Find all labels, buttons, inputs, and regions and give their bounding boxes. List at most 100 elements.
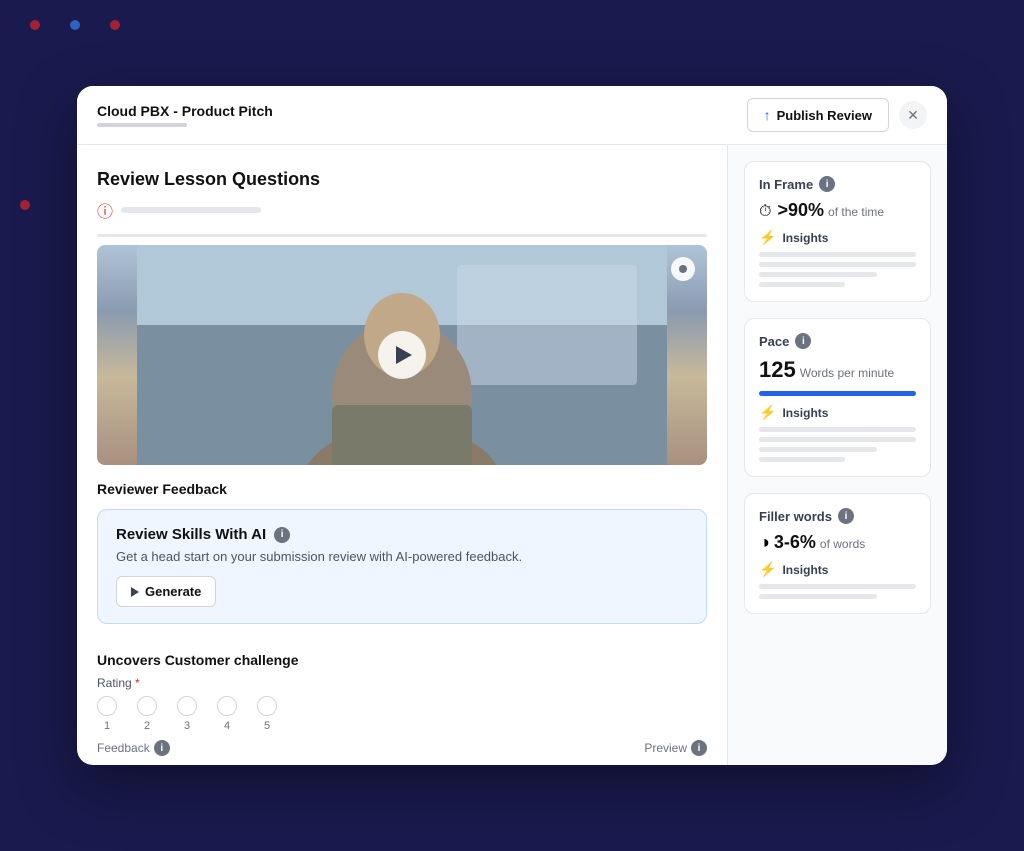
modal-body: Review Lesson Questions ⓘ [77,145,947,765]
generate-label: Generate [145,584,201,599]
pace-value-row: 125 Words per minute [759,357,916,383]
rating-circle-2[interactable] [137,696,157,716]
pace-insights-line-3 [759,447,877,452]
filler-words-suffix: of words [820,537,865,551]
generate-play-icon [131,587,139,597]
in-frame-card: In Frame i ⏱ >90% of the time ⚡ Insights [744,161,931,302]
rating-item-3[interactable]: 3 [177,696,197,732]
in-frame-value-row: ⏱ >90% of the time [759,200,916,221]
customer-title: Uncovers Customer challenge [97,652,707,668]
pace-insights-lines [759,427,916,462]
filler-words-info-icon: i [838,508,854,524]
rating-circle-3[interactable] [177,696,197,716]
rating-text: Rating [97,676,132,690]
in-frame-icon: ⏱ [759,203,771,221]
in-frame-value: >90% [777,200,824,221]
rating-num-4: 4 [224,720,230,732]
rating-num-1: 1 [104,720,110,732]
video-indicator [671,257,695,281]
feedback-text: Feedback [97,741,150,755]
pace-card: Pace i 125 Words per minute ⚡ Insights [744,318,931,477]
in-frame-insights-lines [759,252,916,287]
modal-title: Cloud PBX - Product Pitch [97,103,273,119]
publish-review-button[interactable]: ↑ Publish Review [747,98,889,132]
header-right: ↑ Publish Review ✕ [747,98,927,132]
main-content: Review Lesson Questions ⓘ [77,145,727,765]
pace-insights-label: Insights [782,406,828,420]
in-frame-info-icon: i [819,176,835,192]
in-frame-suffix: of the time [828,205,884,219]
generate-button[interactable]: Generate [116,576,216,607]
preview-text: Preview [644,741,687,755]
customer-section: Uncovers Customer challenge Rating * 1 2 [97,640,707,765]
filler-words-header: Filler words i [759,508,916,524]
insights-line-1 [759,252,916,257]
modal-header: Cloud PBX - Product Pitch ↑ Publish Revi… [77,86,947,145]
error-bar: ⓘ [97,198,707,222]
video-progress-bar [97,234,707,237]
rating-item-5[interactable]: 5 [257,696,277,732]
rating-circle-4[interactable] [217,696,237,716]
chart-icon-1: ⚡ [759,229,776,246]
pace-value: 125 [759,357,796,383]
header-left: Cloud PBX - Product Pitch [97,103,273,127]
rating-label: Rating * [97,676,707,690]
filler-insights-line-1 [759,584,916,589]
progress-bar [97,123,187,127]
preview-info-icon: i [691,740,707,756]
pace-insights-line-4 [759,457,845,462]
in-frame-insights-row: ⚡ Insights [759,229,916,246]
insights-line-2 [759,262,916,267]
pace-bar [759,391,916,396]
video-dot-inner [679,265,687,273]
rating-item-4[interactable]: 4 [217,696,237,732]
close-icon: ✕ [907,107,919,124]
rating-num-5: 5 [264,720,270,732]
filler-words-card: Filler words i ◑ 3-6% of words ⚡ Insight… [744,493,931,614]
ai-review-header: Review Skills With AI i [116,526,688,543]
pace-suffix: Words per minute [800,366,894,380]
rating-item-1[interactable]: 1 [97,696,117,732]
feedback-label: Feedback i [97,740,170,756]
play-button[interactable] [378,331,426,379]
rating-num-2: 2 [144,720,150,732]
pace-insights-line-2 [759,437,916,442]
filler-words-value-row: ◑ 3-6% of words [759,532,916,553]
video-container[interactable] [97,245,707,465]
insights-line-4 [759,282,845,287]
pace-bar-container [759,391,916,396]
right-panel: In Frame i ⏱ >90% of the time ⚡ Insights [727,145,947,765]
chart-icon-2: ⚡ [759,404,776,421]
feedback-preview-row: Feedback i Preview i [97,740,707,756]
pace-header: Pace i [759,333,916,349]
publish-label: Publish Review [777,108,872,123]
filler-insights-line-2 [759,594,877,599]
section-title: Review Lesson Questions [97,169,707,190]
rating-item-2[interactable]: 2 [137,696,157,732]
filler-words-insights-row: ⚡ Insights [759,561,916,578]
rating-circle-5[interactable] [257,696,277,716]
required-asterisk: * [135,676,140,690]
rating-circles: 1 2 3 4 5 [97,696,707,732]
filler-words-insights-label: Insights [782,563,828,577]
close-button[interactable]: ✕ [899,101,927,129]
reviewer-feedback-title: Reviewer Feedback [97,481,707,497]
in-frame-insights-label: Insights [782,231,828,245]
filler-words-name: Filler words [759,509,832,524]
ai-review-box: Review Skills With AI i Get a head start… [97,509,707,624]
rating-circle-1[interactable] [97,696,117,716]
insights-line-3 [759,272,877,277]
play-icon [396,346,412,364]
ai-review-title: Review Skills With AI [116,526,266,543]
rating-num-3: 3 [184,720,190,732]
feedback-info-icon: i [154,740,170,756]
error-line [121,207,261,213]
in-frame-name: In Frame [759,177,813,192]
ai-review-description: Get a head start on your submission revi… [116,549,688,564]
pace-info-icon: i [795,333,811,349]
pace-insights-line-1 [759,427,916,432]
error-icon: ⓘ [97,198,113,222]
filler-words-insights-lines [759,584,916,599]
info-icon: i [274,527,290,543]
filler-words-value: 3-6% [774,532,816,553]
